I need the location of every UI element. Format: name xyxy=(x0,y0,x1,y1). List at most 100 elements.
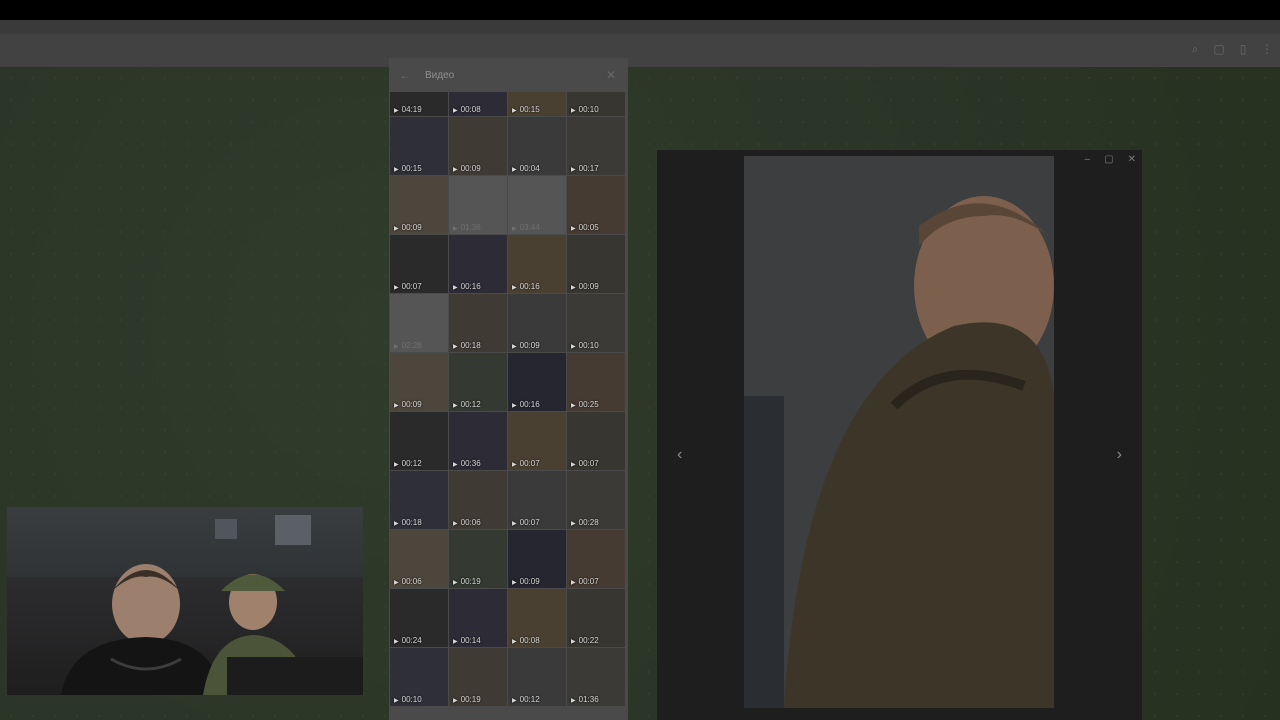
minimize-icon[interactable]: – xyxy=(1085,154,1091,165)
video-thumbnail-grid: 04:19 00:08 00:15 00:10 00:15 00:09 00:04 00:17… xyxy=(390,92,628,706)
video-duration: 01:36 xyxy=(453,223,481,232)
search-icon[interactable]: ⌕ xyxy=(1188,42,1202,56)
video-duration: 00:09 xyxy=(453,164,481,173)
video-duration: 00:07 xyxy=(512,459,540,468)
video-duration: 00:16 xyxy=(512,400,540,409)
video-duration: 00:06 xyxy=(394,577,422,586)
video-thumbnail[interactable]: 00:12 xyxy=(508,648,566,706)
chat-header: ⌕ ▢ ▯ ⋮ xyxy=(0,34,1280,67)
video-thumbnail[interactable]: 00:06 xyxy=(449,471,507,529)
screen-top-bar xyxy=(0,0,1280,20)
video-thumbnail[interactable]: 00:09 xyxy=(390,353,448,411)
video-thumbnail[interactable]: 00:09 xyxy=(390,176,448,234)
video-thumbnail[interactable]: 00:09 xyxy=(508,530,566,588)
video-duration: 00:16 xyxy=(453,282,481,291)
gallery-title: Видео xyxy=(425,70,455,81)
video-duration: 00:07 xyxy=(512,518,540,527)
video-thumbnail[interactable]: 00:15 xyxy=(390,117,448,175)
video-duration: 04:19 xyxy=(394,105,422,114)
video-thumbnail[interactable]: 00:07 xyxy=(567,530,625,588)
video-duration: 00:28 xyxy=(571,518,599,527)
video-thumbnail[interactable]: 00:14 xyxy=(449,589,507,647)
video-duration: 00:07 xyxy=(394,282,422,291)
video-duration: 00:10 xyxy=(394,695,422,704)
video-thumbnail[interactable]: 00:10 xyxy=(390,648,448,706)
media-gallery-panel: ← Видео ✕ 04:19 00:08 00:15 00:10 00:15 00:09… xyxy=(389,58,628,720)
video-duration: 00:09 xyxy=(394,400,422,409)
video-duration: 00:09 xyxy=(512,341,540,350)
video-thumbnail[interactable]: 00:10 xyxy=(567,294,625,352)
video-duration: 00:36 xyxy=(453,459,481,468)
video-thumbnail[interactable]: 00:07 xyxy=(567,412,625,470)
video-thumbnail[interactable]: 00:36 xyxy=(449,412,507,470)
video-thumbnail[interactable]: 00:12 xyxy=(390,412,448,470)
video-duration: 00:05 xyxy=(571,223,599,232)
video-duration: 00:14 xyxy=(453,636,481,645)
video-duration: 00:10 xyxy=(571,105,599,114)
video-duration: 00:07 xyxy=(571,459,599,468)
video-thumbnail[interactable]: 00:25 xyxy=(567,353,625,411)
video-thumbnail[interactable]: 00:08 xyxy=(449,92,507,116)
webcam-window-small xyxy=(215,519,237,539)
video-duration: 03:44 xyxy=(512,223,540,232)
video-thumbnail[interactable]: 00:24 xyxy=(390,589,448,647)
webcam-window xyxy=(275,515,311,545)
video-thumbnail[interactable]: 00:08 xyxy=(508,589,566,647)
video-thumbnail[interactable]: 00:28 xyxy=(567,471,625,529)
video-thumbnail[interactable]: 00:09 xyxy=(508,294,566,352)
video-duration: 00:15 xyxy=(394,164,422,173)
video-duration: 00:12 xyxy=(453,400,481,409)
video-thumbnail[interactable]: 00:07 xyxy=(508,412,566,470)
video-thumbnail[interactable]: 00:04 xyxy=(508,117,566,175)
video-duration: 02:28 xyxy=(394,341,422,350)
video-duration: 00:08 xyxy=(453,105,481,114)
video-thumbnail[interactable]: 00:19 xyxy=(449,648,507,706)
video-thumbnail[interactable]: 01:36 xyxy=(567,648,625,706)
video-duration: 00:18 xyxy=(453,341,481,350)
video-thumbnail[interactable]: 00:16 xyxy=(508,235,566,293)
video-thumbnail[interactable]: 00:05 xyxy=(567,176,625,234)
video-thumbnail[interactable]: 00:22 xyxy=(567,589,625,647)
video-frame[interactable] xyxy=(744,156,1054,708)
video-thumbnail[interactable]: 00:07 xyxy=(508,471,566,529)
video-thumbnail[interactable]: 00:18 xyxy=(390,471,448,529)
arrow-left-icon[interactable]: ← xyxy=(399,68,411,82)
media-viewer: – ▢ ✕ ‹ › xyxy=(657,150,1142,720)
video-thumbnail[interactable]: 00:15 xyxy=(508,92,566,116)
video-duration: 00:16 xyxy=(512,282,540,291)
video-thumbnail[interactable]: 03:44 xyxy=(508,176,566,234)
video-thumbnail[interactable]: 00:16 xyxy=(508,353,566,411)
video-thumbnail[interactable]: 00:19 xyxy=(449,530,507,588)
close-icon[interactable]: ✕ xyxy=(1128,154,1136,165)
more-menu-icon[interactable]: ⋮ xyxy=(1260,42,1274,56)
video-thumbnail[interactable]: 00:17 xyxy=(567,117,625,175)
video-thumbnail[interactable]: 00:18 xyxy=(449,294,507,352)
video-thumbnail[interactable]: 00:12 xyxy=(449,353,507,411)
video-duration: 01:36 xyxy=(571,695,599,704)
video-duration: 00:06 xyxy=(453,518,481,527)
video-duration: 00:19 xyxy=(453,577,481,586)
video-duration: 00:07 xyxy=(571,577,599,586)
video-thumbnail[interactable]: 02:28 xyxy=(390,294,448,352)
video-thumbnail[interactable]: 00:06 xyxy=(390,530,448,588)
maximize-icon[interactable]: ▢ xyxy=(1104,154,1113,165)
video-duration: 00:12 xyxy=(394,459,422,468)
chevron-right-icon[interactable]: › xyxy=(1117,446,1122,464)
video-thumbnail[interactable]: 00:07 xyxy=(390,235,448,293)
chevron-left-icon[interactable]: ‹ xyxy=(677,446,682,464)
video-thumbnail[interactable]: 01:36 xyxy=(449,176,507,234)
sidebar-toggle-icon[interactable]: ▯ xyxy=(1236,42,1250,56)
video-duration: 00:17 xyxy=(571,164,599,173)
video-duration: 00:12 xyxy=(512,695,540,704)
video-thumbnail[interactable]: 00:16 xyxy=(449,235,507,293)
comments-icon[interactable]: ▢ xyxy=(1212,42,1226,56)
video-thumbnail[interactable]: 00:09 xyxy=(449,117,507,175)
webcam-overlay xyxy=(7,507,363,695)
viewer-window-controls: – ▢ ✕ xyxy=(1085,154,1136,165)
video-duration: 00:09 xyxy=(394,223,422,232)
video-thumbnail[interactable]: 04:19 xyxy=(390,92,448,116)
video-duration: 00:04 xyxy=(512,164,540,173)
close-icon[interactable]: ✕ xyxy=(606,68,616,82)
video-thumbnail[interactable]: 00:09 xyxy=(567,235,625,293)
video-thumbnail[interactable]: 00:10 xyxy=(567,92,625,116)
